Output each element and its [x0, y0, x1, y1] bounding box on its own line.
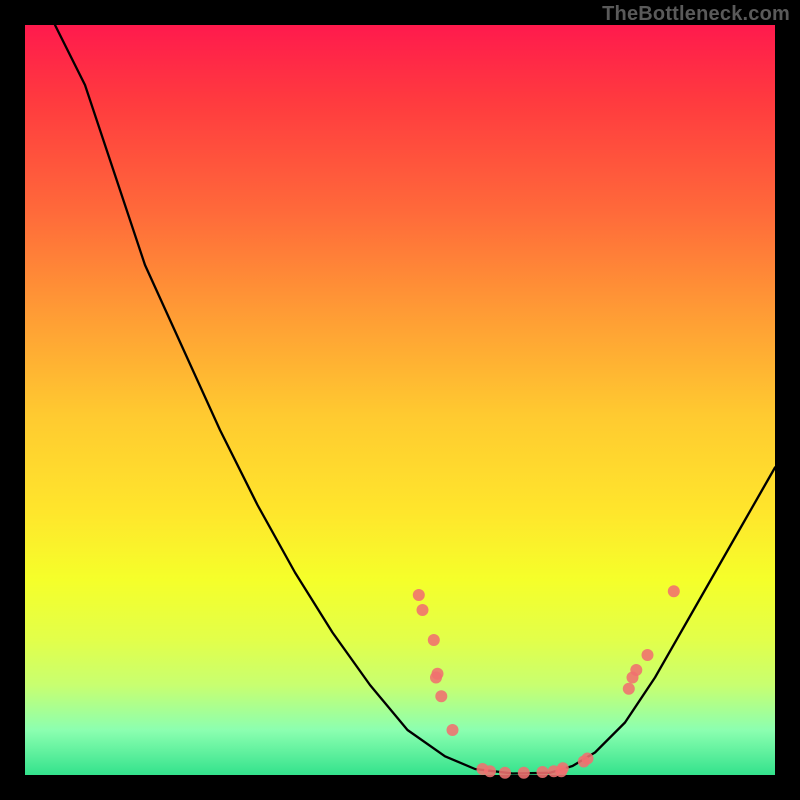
- chart-dot: [623, 683, 635, 695]
- chart-dot: [642, 649, 654, 661]
- chart-curve: [55, 25, 775, 774]
- chart-dot: [484, 765, 496, 777]
- chart-dot: [668, 585, 680, 597]
- chart-plot: [25, 25, 775, 775]
- chart-dot: [630, 664, 642, 676]
- chart-dot: [430, 672, 442, 684]
- chart-dot: [537, 766, 549, 778]
- chart-dot: [557, 762, 569, 774]
- chart-dot: [447, 724, 459, 736]
- chart-dot: [413, 589, 425, 601]
- chart-dot: [582, 753, 594, 765]
- chart-dot: [499, 767, 511, 779]
- chart-dots: [413, 585, 680, 779]
- chart-dot: [428, 634, 440, 646]
- chart-dot: [417, 604, 429, 616]
- chart-dot: [518, 767, 530, 779]
- chart-dot: [435, 690, 447, 702]
- attribution-text: TheBottleneck.com: [602, 3, 790, 26]
